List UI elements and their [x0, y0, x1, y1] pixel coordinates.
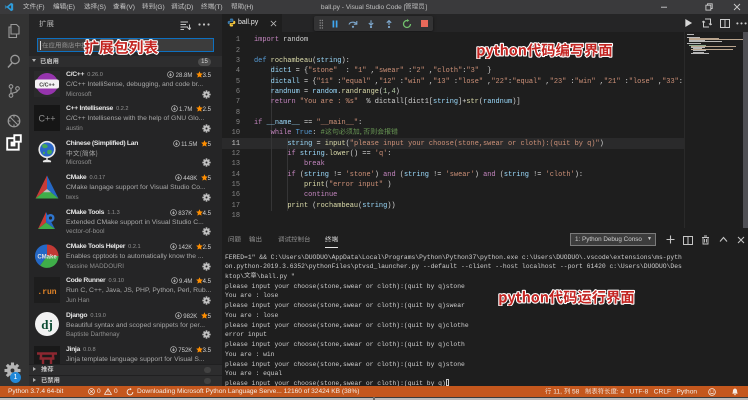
svg-text:C++: C++: [38, 113, 55, 123]
svg-text:.run: .run: [37, 288, 56, 297]
svg-text:dj: dj: [41, 317, 53, 332]
svg-text:CMake: CMake: [37, 254, 57, 260]
svg-text:C/C++: C/C++: [39, 82, 55, 88]
